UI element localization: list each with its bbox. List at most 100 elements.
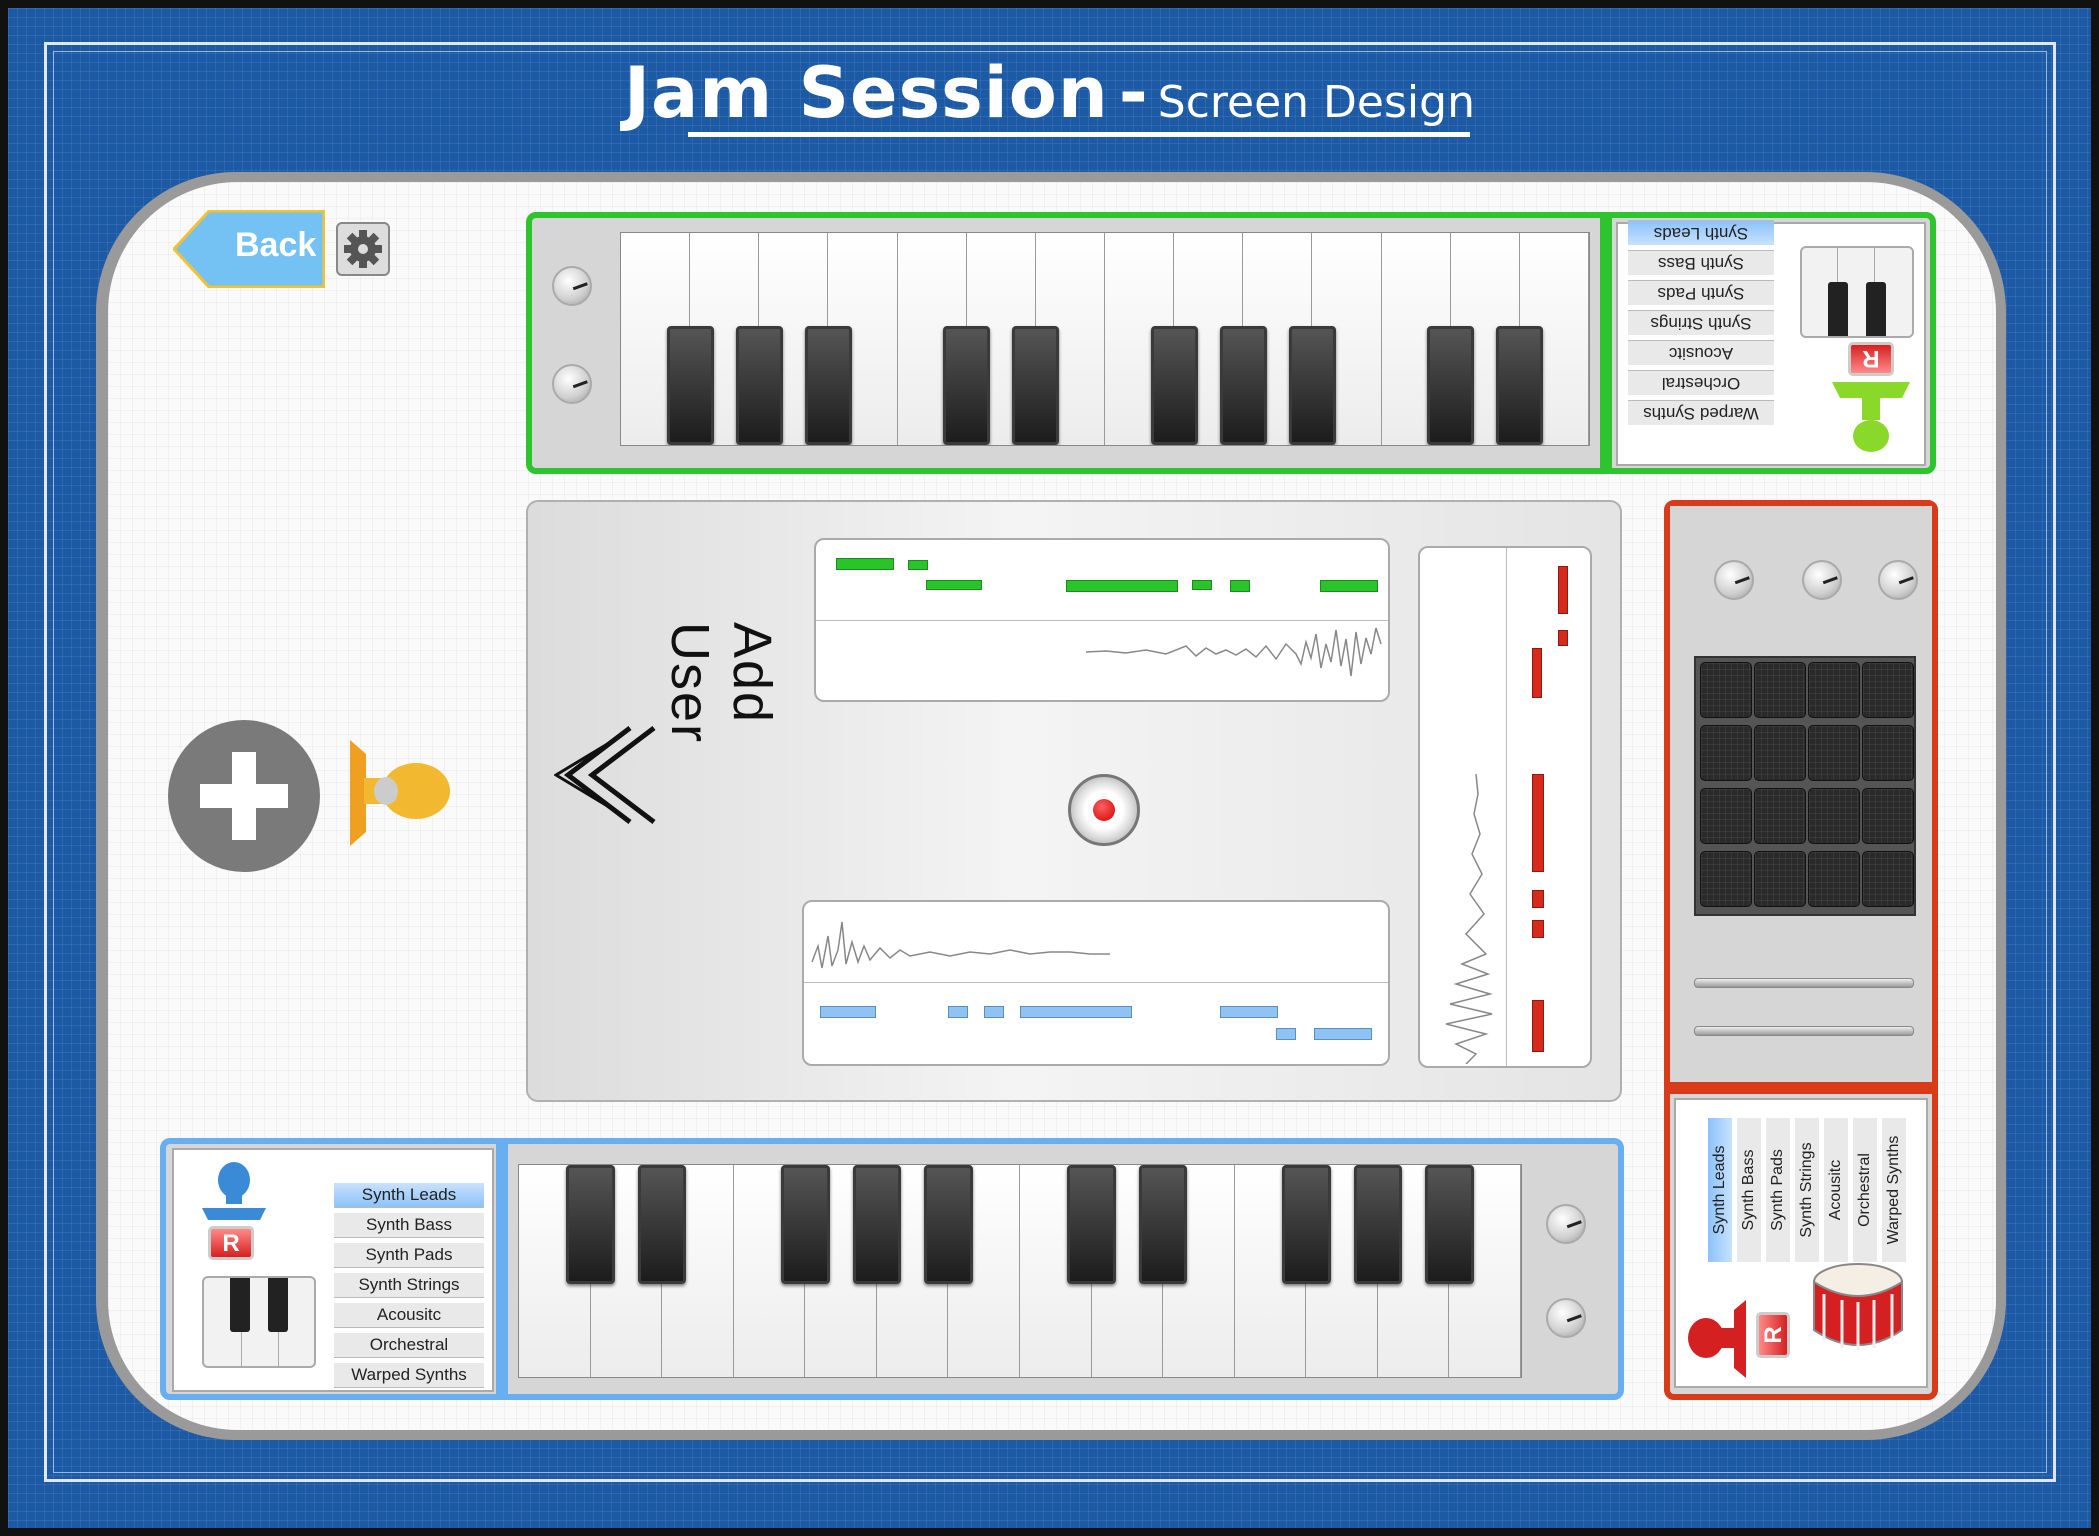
preset-item[interactable]: Synth Bass [1737,1118,1761,1262]
preset-item[interactable]: Synth Strings [1628,310,1774,336]
preset-item[interactable]: Synth Bass [1628,250,1774,276]
blue-instrument-panel: R Synth Leads Synth Bass Synth Pads Synth S… [172,1148,494,1392]
black-key[interactable] [1288,326,1336,445]
blue-player-keyboard-panel: R Synth Leads Synth Bass Synth Pads Synth S… [160,1138,1624,1400]
preset-item[interactable]: Acousitc [1824,1118,1848,1262]
double-chevron-left-icon[interactable] [554,720,664,830]
red-instrument-panel: Synth Leads Synth Bass Synth Pads Synth Str… [1674,1098,1928,1388]
blue-knob-1[interactable] [1546,1204,1586,1244]
drum-pad[interactable] [1808,788,1860,844]
preset-item[interactable]: Warped Synths [1628,400,1774,426]
drum-pad[interactable] [1754,725,1806,781]
blue-knob-2[interactable] [1546,1298,1586,1338]
black-key[interactable] [1353,1165,1403,1284]
green-preset-list: Warped Synths Orchestral Acousitc Synth Str… [1628,216,1774,426]
preset-item[interactable]: Synth Pads [1628,280,1774,306]
drum-pad[interactable] [1862,788,1914,844]
black-key[interactable] [1496,326,1544,445]
back-label: Back [235,226,317,264]
drum-pad[interactable] [1862,725,1914,781]
black-key[interactable] [1425,1165,1474,1284]
red-record-button[interactable]: R [1756,1312,1790,1358]
drum-pad[interactable] [1808,725,1860,781]
drum-pad[interactable] [1754,662,1806,718]
preset-item[interactable]: Orchestral [334,1332,484,1358]
record-button[interactable] [1068,774,1140,846]
black-key[interactable] [1138,1165,1188,1284]
black-key[interactable] [666,326,714,445]
preset-item[interactable]: Orchestral [1628,370,1774,396]
blue-record-button[interactable]: R [208,1226,254,1260]
title-main: Jam Session [624,52,1109,134]
black-key[interactable] [943,326,991,445]
blue-user-track[interactable] [802,900,1390,1066]
preset-item[interactable]: Synth Bass [334,1212,484,1238]
black-key[interactable] [1012,326,1060,445]
blue-waveform [811,921,1110,969]
red-knob-2[interactable] [1802,560,1842,600]
preset-item[interactable]: Synth Leads [1628,220,1774,246]
title-separator: - [1118,52,1148,134]
snare-drum-icon [1813,1263,1903,1350]
preset-item[interactable]: Synth Pads [334,1242,484,1268]
black-key[interactable] [1281,1165,1331,1284]
preset-item-label: Synth Bass [1740,1149,1757,1231]
green-piano-icon [1800,246,1914,338]
drum-pad[interactable] [1862,851,1914,907]
green-waveform [1086,627,1382,677]
settings-button[interactable] [336,222,390,276]
black-key[interactable] [924,1165,973,1284]
add-user-label[interactable]: Add User [660,622,783,862]
green-instrument-panel: Warped Synths Orchestral Acousitc Synth Str… [1616,220,1926,466]
presentation-canvas: Jam Session - Screen Design Back Warped … [0,0,2099,1536]
drum-pad[interactable] [1700,851,1752,907]
session-timeline-panel: Add User [526,500,1622,1102]
black-key[interactable] [1219,326,1267,445]
black-key[interactable] [804,326,852,445]
drum-pad[interactable] [1862,662,1914,718]
add-user-button[interactable] [168,720,320,872]
black-key[interactable] [637,1165,687,1284]
drum-pad[interactable] [1700,662,1752,718]
green-piano-keys[interactable] [620,232,1590,446]
blue-divider [496,1144,508,1394]
green-knob-2[interactable] [552,364,592,404]
green-knob-1[interactable] [552,266,592,306]
gear-icon [344,230,382,268]
preset-item[interactable]: Acousitc [1628,340,1774,366]
preset-item[interactable]: Synth Pads [1766,1118,1790,1262]
preset-item[interactable]: Synth Leads [334,1182,484,1208]
red-knob-1[interactable] [1714,560,1754,600]
preset-item[interactable]: Synth Strings [334,1272,484,1298]
drum-pad[interactable] [1754,851,1806,907]
red-knob-3[interactable] [1878,560,1918,600]
preset-item[interactable]: Synth Leads [1708,1118,1732,1262]
preset-item[interactable]: Warped Synths [334,1362,484,1388]
black-key[interactable] [780,1165,830,1284]
black-key[interactable] [852,1165,902,1284]
black-key[interactable] [1150,326,1198,445]
red-user-track[interactable] [1418,546,1592,1068]
preset-item[interactable]: Warped Synths [1882,1118,1906,1262]
black-key[interactable] [1067,1165,1116,1284]
preset-item[interactable]: Synth Strings [1795,1118,1819,1262]
black-key[interactable] [566,1165,615,1284]
green-record-button[interactable]: R [1848,342,1894,376]
preset-item[interactable]: Orchestral [1853,1118,1877,1262]
drum-pad[interactable] [1754,788,1806,844]
drum-slider-1[interactable] [1694,978,1914,988]
drum-pad[interactable] [1808,662,1860,718]
green-user-track[interactable] [814,538,1390,702]
drum-pad[interactable] [1808,851,1860,907]
red-waveform [1445,774,1493,1064]
drum-slider-2[interactable] [1694,1026,1914,1036]
drum-pad[interactable] [1700,788,1752,844]
user-stamp-icon[interactable] [344,734,454,852]
preset-item[interactable]: Acousitc [334,1302,484,1328]
black-key[interactable] [735,326,783,445]
preset-item-label: Orchestral [1856,1153,1873,1227]
back-button[interactable]: Back [171,209,326,289]
black-key[interactable] [1427,326,1475,445]
drum-pad[interactable] [1700,725,1752,781]
blue-piano-keys[interactable] [518,1164,1522,1378]
